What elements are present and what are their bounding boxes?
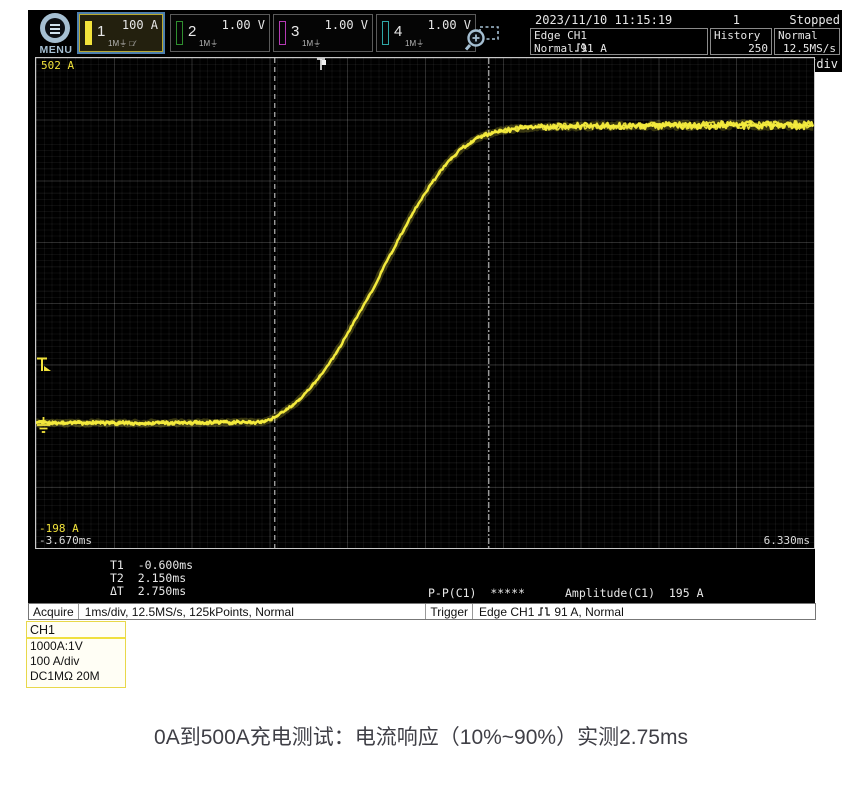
- menu-icon: [40, 13, 70, 43]
- channel-1-scale: 100 A: [122, 18, 158, 32]
- acquire-settings[interactable]: 1ms/div, 12.5MS/s, 125kPoints, Normal: [79, 605, 300, 619]
- channel-1-number: 1: [97, 23, 105, 40]
- amplitude-measurement: Amplitude(C1) 195 A: [565, 586, 704, 600]
- history-panel[interactable]: History 250: [710, 28, 772, 55]
- top-scale-label: 502 A: [41, 59, 74, 72]
- channel-1-button[interactable]: 1 100 A 1M⏚ □∕: [79, 14, 163, 52]
- channel-3-number: 3: [291, 23, 299, 40]
- time-right-label: 6.330ms: [764, 534, 810, 547]
- graticule: 502 A -198 A -3.670ms 6.330ms: [35, 57, 815, 549]
- trigger-settings[interactable]: Edge CH191 A, Normal: [473, 605, 815, 619]
- status-bar: Acquire 1ms/div, 12.5MS/s, 125kPoints, N…: [28, 603, 816, 620]
- trigger-position-marker[interactable]: [316, 58, 328, 77]
- datetime: 2023/11/10 11:15:19: [535, 13, 672, 27]
- ch1-waveform-trace: [36, 121, 813, 425]
- channel-2-number: 2: [188, 23, 196, 40]
- ch1-info-box[interactable]: CH1 1000A:1V 100 A/div DC1MΩ 20M: [26, 621, 126, 688]
- channel-1-impedance-icon: 1M⏚ □∕: [108, 38, 136, 49]
- channel-4-color-bar: [382, 21, 389, 45]
- trigger-level-marker[interactable]: [36, 357, 53, 379]
- waveform-canvas: [36, 58, 814, 548]
- channel-2-button[interactable]: 2 1.00 V 1M⏚: [170, 14, 270, 52]
- ch1-coupling: DC1MΩ 20M: [27, 669, 125, 684]
- run-state: Stopped: [758, 13, 840, 27]
- cursor-lines[interactable]: [275, 58, 489, 548]
- menu-button[interactable]: MENU: [34, 12, 78, 56]
- magnifier-icon: [460, 24, 502, 52]
- sampling-mode: Normal: [778, 29, 818, 42]
- channel-3-scale: 1.00 V: [325, 18, 368, 32]
- trigger-settings-panel[interactable]: Edge CH1 Normal 91 A: [530, 28, 708, 55]
- trigger-level: Normal 91 A: [534, 42, 607, 55]
- channel-3-color-bar: [279, 21, 286, 45]
- time-left-label: -3.670ms: [39, 534, 92, 547]
- channel-4-impedance-icon: 1M⏚: [405, 38, 424, 49]
- ch1-info-title: CH1: [27, 622, 125, 637]
- zoom-tool-button[interactable]: [460, 24, 502, 52]
- page: MENU 1 100 A 1M⏚ □∕ 2 1.00 V 1M⏚ 3 1.00 …: [0, 0, 842, 788]
- channel-3-impedance-icon: 1M⏚: [302, 38, 321, 49]
- trigger-mode: Edge CH1: [534, 29, 587, 42]
- channel-2-scale: 1.00 V: [222, 18, 265, 32]
- edge-slope-icon: [537, 606, 551, 617]
- cursor-t2-readout: T2 2.150ms: [110, 571, 186, 585]
- channel-2-impedance-icon: 1M⏚: [199, 38, 218, 49]
- sampling-panel[interactable]: Normal 12.5MS/s: [774, 28, 840, 55]
- ch1-probe-ratio: 1000A:1V: [27, 639, 125, 654]
- acquisition-count: 1: [690, 13, 740, 27]
- trigger-section-label[interactable]: Trigger: [426, 604, 473, 619]
- sampling-rate: 12.5MS/s: [783, 42, 836, 55]
- history-value: 250: [748, 42, 768, 55]
- channel-1-color-bar: [85, 21, 92, 45]
- history-label: History: [714, 29, 760, 42]
- acquire-section-label[interactable]: Acquire: [29, 604, 79, 619]
- menu-label: MENU: [34, 44, 78, 56]
- channel-3-button[interactable]: 3 1.00 V 1M⏚: [273, 14, 373, 52]
- pp-measurement: P-P(C1) *****: [428, 586, 525, 600]
- cursor-t1-readout: T1 -0.600ms: [110, 558, 193, 572]
- ground-reference-marker[interactable]: [35, 417, 52, 441]
- channel-2-color-bar: [176, 21, 183, 45]
- channel-4-number: 4: [394, 23, 402, 40]
- cursor-dt-readout: ΔT 2.750ms: [110, 584, 186, 598]
- ch1-vertical-scale: 100 A/div: [27, 654, 125, 669]
- caption: 0A到500A充电测试：电流响应（10%~90%）实测2.75ms: [0, 721, 842, 751]
